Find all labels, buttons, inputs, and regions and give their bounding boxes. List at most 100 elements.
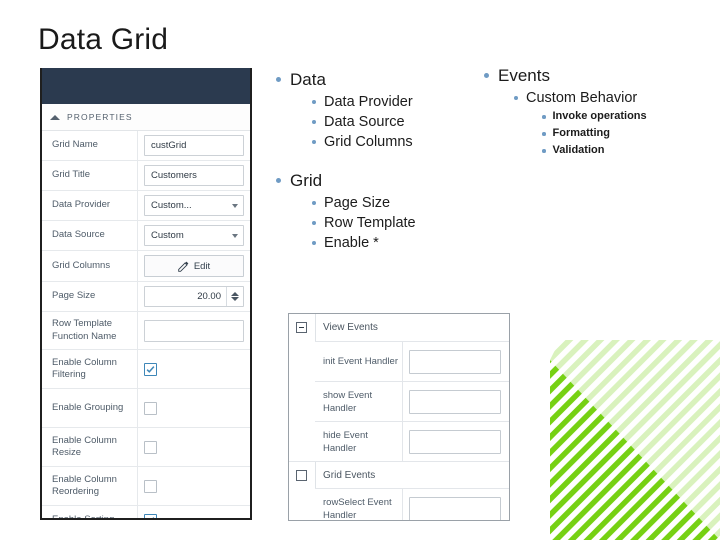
bullet-list-right: Events Custom Behavior Invoke operations… <box>484 64 709 159</box>
event-label: hide Event Handler <box>315 422 403 461</box>
list-item: Custom Behavior <box>484 88 709 108</box>
bullet-heading: Data <box>290 70 326 89</box>
list-item: Formatting <box>484 125 709 142</box>
event-value <box>403 422 509 461</box>
properties-section-header[interactable]: PROPERTIES <box>42 104 250 131</box>
property-value: 20.00 <box>138 282 250 311</box>
grid-events-group-label: Grid Events <box>315 462 509 488</box>
property-label: Row Template Function Name <box>42 312 138 349</box>
bullet-leaf-item: Validation <box>552 144 605 156</box>
list-item: Page Size <box>276 193 476 213</box>
property-value <box>138 389 250 427</box>
event-value <box>403 382 509 421</box>
grid-events-group-header[interactable]: Grid Events <box>289 461 509 488</box>
properties-panel-screenshot: PROPERTIES Grid Name custGrid Grid Title… <box>40 68 252 520</box>
table-row: Data Source Custom <box>42 221 250 251</box>
property-value: custGrid <box>138 131 250 160</box>
stepper-buttons[interactable] <box>226 287 243 306</box>
bullet-leaf-item: Invoke operations <box>552 110 647 122</box>
properties-section-label: PROPERTIES <box>67 112 133 122</box>
list-item: Validation <box>484 142 709 159</box>
bullet-dot-icon <box>276 178 281 183</box>
event-label: rowSelect Event Handler <box>315 489 403 520</box>
property-label: Data Provider <box>42 191 138 220</box>
event-value <box>403 489 509 520</box>
table-row: Enable Column Reordering <box>42 467 250 506</box>
hide-event-handler-input[interactable] <box>409 429 501 454</box>
enable-column-reordering-checkbox[interactable] <box>144 479 157 493</box>
event-label: init Event Handler <box>315 342 403 381</box>
table-row: Grid Columns Edit <box>42 251 250 282</box>
data-source-select[interactable]: Custom <box>144 225 244 246</box>
caret-up-icon <box>50 114 60 120</box>
bullet-dot-icon <box>514 96 518 100</box>
row-select-event-handler-input[interactable] <box>409 496 501 520</box>
data-provider-select[interactable]: Custom... <box>144 195 244 216</box>
event-value <box>403 342 509 381</box>
property-label: Enable Column Resize <box>42 428 138 466</box>
view-events-group-header[interactable]: View Events <box>289 314 509 341</box>
decorative-green-stripes <box>550 340 720 540</box>
enable-grouping-checkbox[interactable] <box>144 401 157 415</box>
property-value: Custom <box>138 221 250 250</box>
property-label: Page Size <box>42 282 138 311</box>
table-row: init Event Handler <box>315 341 509 381</box>
bullet-dot-icon <box>542 149 546 153</box>
data-provider-selected-value: Custom... <box>151 200 192 211</box>
property-label: Enable Column Filtering <box>42 350 138 388</box>
expand-box-icon[interactable] <box>296 469 307 481</box>
view-events-group-label: View Events <box>315 314 509 341</box>
events-panel-screenshot: View Events init Event Handler show Even… <box>288 313 510 521</box>
bullet-sub-item: Page Size <box>324 195 391 211</box>
bullet-dot-icon <box>312 221 316 225</box>
chevron-down-icon <box>232 203 238 208</box>
property-label: Grid Columns <box>42 251 138 281</box>
data-source-selected-value: Custom <box>151 230 184 241</box>
check-icon <box>146 365 155 373</box>
list-item: Data <box>276 68 476 91</box>
pencil-icon <box>178 261 189 272</box>
chevron-down-icon <box>232 233 238 238</box>
row-template-function-name-input[interactable] <box>144 319 244 342</box>
grid-name-input[interactable]: custGrid <box>144 135 244 156</box>
enable-column-filtering-checkbox[interactable] <box>144 362 157 376</box>
page-size-stepper[interactable]: 20.00 <box>144 286 244 307</box>
grid-title-input[interactable]: Customers <box>144 165 244 186</box>
collapse-minus-icon[interactable] <box>296 322 307 333</box>
init-event-handler-input[interactable] <box>409 349 501 374</box>
page-title: Data Grid <box>38 23 169 56</box>
list-item: Row Template <box>276 213 476 233</box>
bullet-dot-icon <box>312 201 316 205</box>
property-value <box>138 312 250 349</box>
list-item: Grid <box>276 169 476 192</box>
property-value <box>138 428 250 466</box>
bullet-sub-heading: Custom Behavior <box>526 90 638 106</box>
table-row: Enable Column Filtering <box>42 350 250 389</box>
bullet-sub-item: Data Source <box>324 114 405 130</box>
property-label: Enable Sorting <box>42 506 138 518</box>
stepper-down-icon[interactable] <box>231 297 239 301</box>
property-value <box>138 467 250 505</box>
bullet-leaf-item: Formatting <box>552 127 610 139</box>
bullet-dot-icon <box>276 77 281 82</box>
check-icon <box>152 517 155 518</box>
bullet-sub-item: Data Provider <box>324 94 413 110</box>
page-size-value: 20.00 <box>197 291 221 302</box>
enable-sorting-checkbox[interactable] <box>144 514 157 518</box>
property-label: Grid Title <box>42 161 138 190</box>
stepper-up-icon[interactable] <box>231 292 239 296</box>
property-value: Customers <box>138 161 250 190</box>
property-value <box>138 506 250 518</box>
show-event-handler-input[interactable] <box>409 389 501 414</box>
property-label: Enable Column Reordering <box>42 467 138 505</box>
table-row: Row Template Function Name <box>42 312 250 350</box>
properties-table: Grid Name custGrid Grid Title Customers … <box>42 131 250 518</box>
property-label: Data Source <box>42 221 138 250</box>
enable-column-resize-checkbox[interactable] <box>144 440 157 454</box>
grid-columns-edit-button[interactable]: Edit <box>144 255 244 277</box>
bullet-dot-icon <box>484 73 489 78</box>
table-row: Page Size 20.00 <box>42 282 250 312</box>
property-value: Edit <box>138 251 250 281</box>
bullet-dot-icon <box>542 115 546 119</box>
